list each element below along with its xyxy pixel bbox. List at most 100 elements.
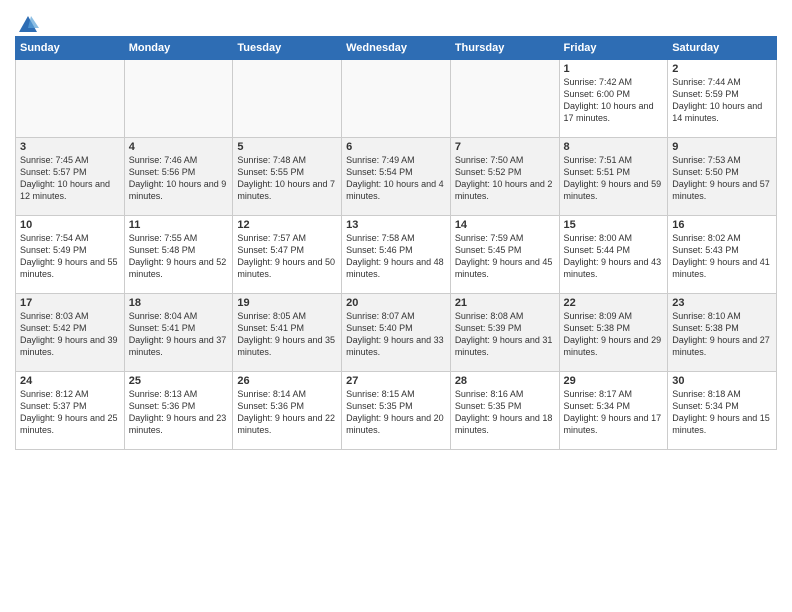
day-number: 21 [455,297,555,309]
day-info: Sunrise: 7:46 AMSunset: 5:56 PMDaylight:… [129,154,229,203]
calendar-cell: 8Sunrise: 7:51 AMSunset: 5:51 PMDaylight… [559,138,668,216]
day-number: 14 [455,219,555,231]
calendar-cell: 24Sunrise: 8:12 AMSunset: 5:37 PMDayligh… [16,372,125,450]
calendar-cell: 27Sunrise: 8:15 AMSunset: 5:35 PMDayligh… [342,372,451,450]
day-info: Sunrise: 7:58 AMSunset: 5:46 PMDaylight:… [346,232,446,281]
weekday-header-monday: Monday [124,37,233,60]
calendar-cell: 3Sunrise: 7:45 AMSunset: 5:57 PMDaylight… [16,138,125,216]
calendar-cell: 30Sunrise: 8:18 AMSunset: 5:34 PMDayligh… [668,372,777,450]
day-info: Sunrise: 7:45 AMSunset: 5:57 PMDaylight:… [20,154,120,203]
day-info: Sunrise: 8:13 AMSunset: 5:36 PMDaylight:… [129,388,229,437]
day-number: 5 [237,141,337,153]
day-info: Sunrise: 7:59 AMSunset: 5:45 PMDaylight:… [455,232,555,281]
day-number: 20 [346,297,446,309]
calendar-cell [342,60,451,138]
calendar-cell: 22Sunrise: 8:09 AMSunset: 5:38 PMDayligh… [559,294,668,372]
day-number: 7 [455,141,555,153]
day-number: 3 [20,141,120,153]
calendar-cell: 25Sunrise: 8:13 AMSunset: 5:36 PMDayligh… [124,372,233,450]
day-number: 29 [564,375,664,387]
day-info: Sunrise: 8:00 AMSunset: 5:44 PMDaylight:… [564,232,664,281]
day-info: Sunrise: 7:42 AMSunset: 6:00 PMDaylight:… [564,76,664,125]
day-number: 24 [20,375,120,387]
calendar-cell: 23Sunrise: 8:10 AMSunset: 5:38 PMDayligh… [668,294,777,372]
calendar-table: SundayMondayTuesdayWednesdayThursdayFrid… [15,36,777,450]
day-number: 1 [564,63,664,75]
day-info: Sunrise: 8:16 AMSunset: 5:35 PMDaylight:… [455,388,555,437]
day-number: 13 [346,219,446,231]
day-info: Sunrise: 8:08 AMSunset: 5:39 PMDaylight:… [455,310,555,359]
calendar-cell: 4Sunrise: 7:46 AMSunset: 5:56 PMDaylight… [124,138,233,216]
day-number: 6 [346,141,446,153]
day-number: 17 [20,297,120,309]
calendar-cell: 21Sunrise: 8:08 AMSunset: 5:39 PMDayligh… [450,294,559,372]
weekday-header-saturday: Saturday [668,37,777,60]
calendar-week-row: 24Sunrise: 8:12 AMSunset: 5:37 PMDayligh… [16,372,777,450]
day-number: 10 [20,219,120,231]
calendar-cell: 18Sunrise: 8:04 AMSunset: 5:41 PMDayligh… [124,294,233,372]
day-number: 9 [672,141,772,153]
weekday-header-sunday: Sunday [16,37,125,60]
calendar-cell: 9Sunrise: 7:53 AMSunset: 5:50 PMDaylight… [668,138,777,216]
day-info: Sunrise: 8:18 AMSunset: 5:34 PMDaylight:… [672,388,772,437]
calendar-cell: 14Sunrise: 7:59 AMSunset: 5:45 PMDayligh… [450,216,559,294]
day-number: 2 [672,63,772,75]
day-number: 28 [455,375,555,387]
calendar-cell: 13Sunrise: 7:58 AMSunset: 5:46 PMDayligh… [342,216,451,294]
day-info: Sunrise: 8:05 AMSunset: 5:41 PMDaylight:… [237,310,337,359]
weekday-header-row: SundayMondayTuesdayWednesdayThursdayFrid… [16,37,777,60]
day-number: 30 [672,375,772,387]
day-number: 27 [346,375,446,387]
logo-icon [17,14,39,36]
day-number: 8 [564,141,664,153]
weekday-header-tuesday: Tuesday [233,37,342,60]
calendar-cell: 7Sunrise: 7:50 AMSunset: 5:52 PMDaylight… [450,138,559,216]
calendar-cell [16,60,125,138]
calendar-cell: 10Sunrise: 7:54 AMSunset: 5:49 PMDayligh… [16,216,125,294]
day-info: Sunrise: 8:12 AMSunset: 5:37 PMDaylight:… [20,388,120,437]
calendar-cell [233,60,342,138]
day-number: 12 [237,219,337,231]
day-info: Sunrise: 8:09 AMSunset: 5:38 PMDaylight:… [564,310,664,359]
calendar-week-row: 1Sunrise: 7:42 AMSunset: 6:00 PMDaylight… [16,60,777,138]
day-number: 25 [129,375,229,387]
day-info: Sunrise: 8:14 AMSunset: 5:36 PMDaylight:… [237,388,337,437]
day-info: Sunrise: 7:53 AMSunset: 5:50 PMDaylight:… [672,154,772,203]
calendar-cell: 20Sunrise: 8:07 AMSunset: 5:40 PMDayligh… [342,294,451,372]
day-info: Sunrise: 8:17 AMSunset: 5:34 PMDaylight:… [564,388,664,437]
day-number: 26 [237,375,337,387]
calendar-cell: 26Sunrise: 8:14 AMSunset: 5:36 PMDayligh… [233,372,342,450]
calendar-week-row: 17Sunrise: 8:03 AMSunset: 5:42 PMDayligh… [16,294,777,372]
day-info: Sunrise: 7:50 AMSunset: 5:52 PMDaylight:… [455,154,555,203]
day-info: Sunrise: 7:55 AMSunset: 5:48 PMDaylight:… [129,232,229,281]
calendar-cell: 28Sunrise: 8:16 AMSunset: 5:35 PMDayligh… [450,372,559,450]
calendar-cell: 12Sunrise: 7:57 AMSunset: 5:47 PMDayligh… [233,216,342,294]
day-info: Sunrise: 8:04 AMSunset: 5:41 PMDaylight:… [129,310,229,359]
day-info: Sunrise: 8:07 AMSunset: 5:40 PMDaylight:… [346,310,446,359]
day-number: 22 [564,297,664,309]
calendar-cell: 5Sunrise: 7:48 AMSunset: 5:55 PMDaylight… [233,138,342,216]
header [15,10,777,32]
calendar-cell [124,60,233,138]
weekday-header-friday: Friday [559,37,668,60]
day-info: Sunrise: 8:10 AMSunset: 5:38 PMDaylight:… [672,310,772,359]
day-info: Sunrise: 8:02 AMSunset: 5:43 PMDaylight:… [672,232,772,281]
calendar-cell [450,60,559,138]
calendar-cell: 19Sunrise: 8:05 AMSunset: 5:41 PMDayligh… [233,294,342,372]
day-info: Sunrise: 7:49 AMSunset: 5:54 PMDaylight:… [346,154,446,203]
day-info: Sunrise: 7:44 AMSunset: 5:59 PMDaylight:… [672,76,772,125]
calendar-cell: 15Sunrise: 8:00 AMSunset: 5:44 PMDayligh… [559,216,668,294]
calendar-week-row: 10Sunrise: 7:54 AMSunset: 5:49 PMDayligh… [16,216,777,294]
day-info: Sunrise: 8:03 AMSunset: 5:42 PMDaylight:… [20,310,120,359]
calendar-cell: 29Sunrise: 8:17 AMSunset: 5:34 PMDayligh… [559,372,668,450]
day-info: Sunrise: 7:51 AMSunset: 5:51 PMDaylight:… [564,154,664,203]
calendar-cell: 11Sunrise: 7:55 AMSunset: 5:48 PMDayligh… [124,216,233,294]
calendar-week-row: 3Sunrise: 7:45 AMSunset: 5:57 PMDaylight… [16,138,777,216]
weekday-header-wednesday: Wednesday [342,37,451,60]
day-number: 16 [672,219,772,231]
day-number: 23 [672,297,772,309]
day-info: Sunrise: 8:15 AMSunset: 5:35 PMDaylight:… [346,388,446,437]
day-info: Sunrise: 7:48 AMSunset: 5:55 PMDaylight:… [237,154,337,203]
day-number: 15 [564,219,664,231]
day-number: 4 [129,141,229,153]
